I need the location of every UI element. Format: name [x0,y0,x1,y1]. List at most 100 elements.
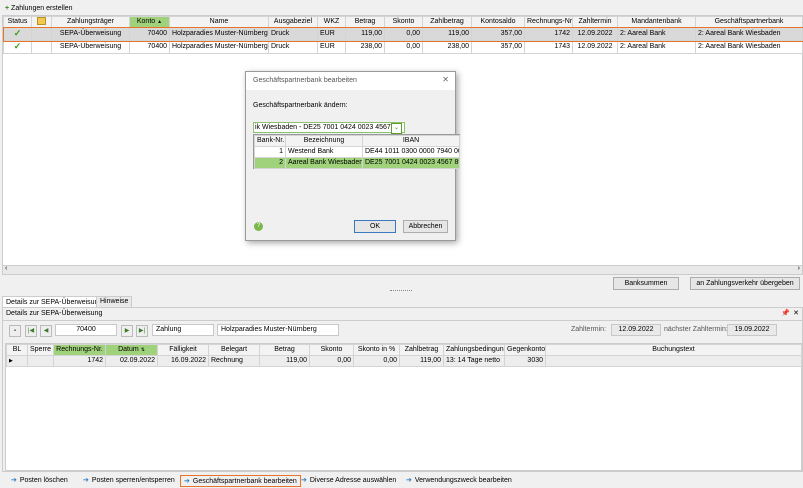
bank-dropdown-list[interactable]: Bank-Nr. Bezeichnung IBAN 1 Westend Bank… [253,134,460,169]
col-header-ausgabeziel[interactable]: Ausgabeziel [268,16,318,28]
col-header-kontosaldo[interactable]: Kontosaldo [471,16,525,28]
cell-sperre [27,355,54,367]
option-name: Westend Bank [285,146,363,158]
create-payments-button[interactable]: + Zahlungen erstellen [5,4,73,14]
transfer-button[interactable]: an Zahlungsverkehr übergeben [690,277,800,290]
banksummen-button[interactable]: Banksummen [613,277,679,290]
cell-zahlungsbedingung: 13: 14 Tage netto [443,355,505,367]
last-record-icon[interactable]: ▶| [136,325,148,337]
cell-wkz: EUR [317,27,346,41]
arrow-right-icon: ➔ [184,478,190,485]
details-grid[interactable]: BL Sperre Rechnungs-Nr. Datum ⇅ Fälligkei… [5,343,802,471]
splitter-handle[interactable] [390,290,412,294]
note-cell [31,40,52,54]
bank-combobox[interactable]: ik Wiesbaden - DE25 7001 0424 0023 4567 … [253,122,405,133]
list-item[interactable]: 1 Westend Bank DE44 1011 0300 0000 7940 … [254,146,460,158]
col-header-mandantenbank[interactable]: Mandantenbank [617,16,696,28]
table-row[interactable]: ✓ SEPA-Überweisung 70400 Holzparadies Mu… [2,26,803,42]
type-field[interactable]: Zahlung [152,324,214,336]
col-header-status[interactable]: Status [3,16,32,28]
status-check-icon: ✓ [3,27,32,41]
col-header-faelligkeit[interactable]: Fälligkeit [157,344,209,356]
col-header-betrag[interactable]: Betrag [345,16,385,28]
cell-name: Holzparadies Muster-Nürnberg [169,40,269,54]
cell-betrag: 119,00 [345,27,385,41]
table-row[interactable]: ✓ SEPA-Überweisung 70400 Holzparadies Mu… [3,40,803,54]
sort-up-icon: ▲ [157,19,163,25]
cell-rechnungsnr: 1742 [53,355,106,367]
next-zahltermin-field[interactable]: 19.09.2022 [727,324,777,336]
help-icon[interactable]: ? [254,222,263,231]
arrow-right-icon: ➔ [406,477,412,484]
col-header-skonto-pct[interactable]: Skonto in % [353,344,400,356]
col-header-wkz[interactable]: WKZ [317,16,346,28]
table-row[interactable]: ▶ 1742 02.09.2022 16.09.2022 Rechnung 11… [6,355,802,367]
col-header-belegart[interactable]: Belegart [208,344,260,356]
col-header-skonto[interactable]: Skonto [309,344,354,356]
col-header-konto[interactable]: Konto ▲ [129,16,170,28]
col-header-zahltermin[interactable]: Zahltermin [572,16,618,28]
list-item[interactable]: 2 Aareal Bank Wiesbaden DE25 7001 0424 0… [254,157,460,169]
cell-zahlbetrag: 119,00 [422,27,472,41]
cell-skonto: 0,00 [384,27,423,41]
konto-field[interactable]: 70400 [55,324,117,336]
lock-item-button[interactable]: ➔ Posten sperren/entsperren [80,475,178,487]
cell-geschaeftspartnerbank: 2: Aareal Bank Wiesbaden [695,27,803,41]
col-header-buchungstext[interactable]: Buchungstext [545,344,802,356]
create-payments-label: Zahlungen erstellen [11,5,73,12]
col-header-rechnungsnr[interactable]: Rechnungs-Nr. [53,344,106,356]
details-panel: Details zur SEPA-Überweisung 📌 ✕ ▪ |◀ ◀ … [2,307,803,472]
col-header-sperre[interactable]: Sperre [27,344,54,356]
scroll-right-icon[interactable]: › [798,265,800,272]
cell-betrag: 238,00 [345,40,385,54]
cell-rechnungsnr: 1743 [524,40,573,54]
ok-button[interactable]: OK [354,220,396,233]
cell-konto: 70400 [129,27,170,41]
col-header-geschaeftspartnerbank[interactable]: Geschäftspartnerbank [695,16,803,28]
note-icon [37,17,46,26]
next-zahltermin-label: nächster Zahltermin: [664,326,728,333]
scroll-left-icon[interactable]: ‹ [5,265,7,272]
name-field[interactable]: Holzparadies Muster-Nürnberg [217,324,339,336]
edit-purpose-button[interactable]: ➔ Verwendungszweck bearbeiten [403,475,515,487]
zahltermin-field[interactable]: 12.09.2022 [611,324,661,336]
select-address-button[interactable]: ➔ Diverse Adresse auswählen [298,475,399,487]
delete-item-button[interactable]: ➔ Posten löschen [8,475,71,487]
option-nr: 2 [254,157,286,169]
cancel-button[interactable]: Abbrechen [403,220,448,233]
cell-ausgabeziel: Druck [268,27,318,41]
dropdown-header-row: Bank-Nr. Bezeichnung IBAN [254,135,460,147]
col-header-betrag[interactable]: Betrag [259,344,310,356]
col-header-note[interactable] [31,16,52,28]
close-icon[interactable]: ✕ [793,309,799,317]
col-header-skonto[interactable]: Skonto [384,16,423,28]
col-header-zahlbetrag[interactable]: Zahlbetrag [399,344,444,356]
cell-datum: 02.09.2022 [105,355,158,367]
sort-icon: ⇅ [140,347,145,353]
next-record-icon[interactable]: ▶ [121,325,133,337]
bank-change-label: Geschäftspartnerbank ändern: [253,102,348,109]
col-header-name[interactable]: Name [169,16,269,28]
cell-kontosaldo: 357,00 [471,40,525,54]
cell-wkz: EUR [317,40,346,54]
pin-icon[interactable]: 📌 [781,309,790,317]
col-header-bl[interactable]: BL [6,344,28,356]
col-header-datum[interactable]: Datum ⇅ [105,344,158,356]
edit-partner-bank-button[interactable]: ➔ Geschäftspartnerbank bearbeiten [180,475,301,487]
save-icon[interactable]: ▪ [9,325,21,337]
payments-scrollbar[interactable]: ‹ › [3,265,802,274]
col-header-zahlungsbedingung[interactable]: Zahlungsbedingung [443,344,505,356]
prev-record-icon[interactable]: ◀ [40,325,52,337]
cell-ausgabeziel: Druck [268,40,318,54]
col-header-zahlungstraeger[interactable]: Zahlungsträger [51,16,130,28]
cell-kontosaldo: 357,00 [471,27,525,41]
payments-header-row: Status Zahlungsträger Konto ▲ Name Ausgab… [3,16,803,28]
cell-skonto: 0,00 [384,40,423,54]
col-header-gegenkonto[interactable]: Gegenkonto [504,344,546,356]
first-record-icon[interactable]: |◀ [25,325,37,337]
col-header-zahlbetrag[interactable]: Zahlbetrag [422,16,472,28]
dialog-close-icon[interactable]: ✕ [442,75,449,84]
dropdown-chevron-icon[interactable]: ⌄ [391,123,402,134]
col-header-rechnungsnr[interactable]: Rechnungs-Nr. [524,16,573,28]
option-iban: DE44 1011 0300 0000 7940 00 [362,146,460,158]
